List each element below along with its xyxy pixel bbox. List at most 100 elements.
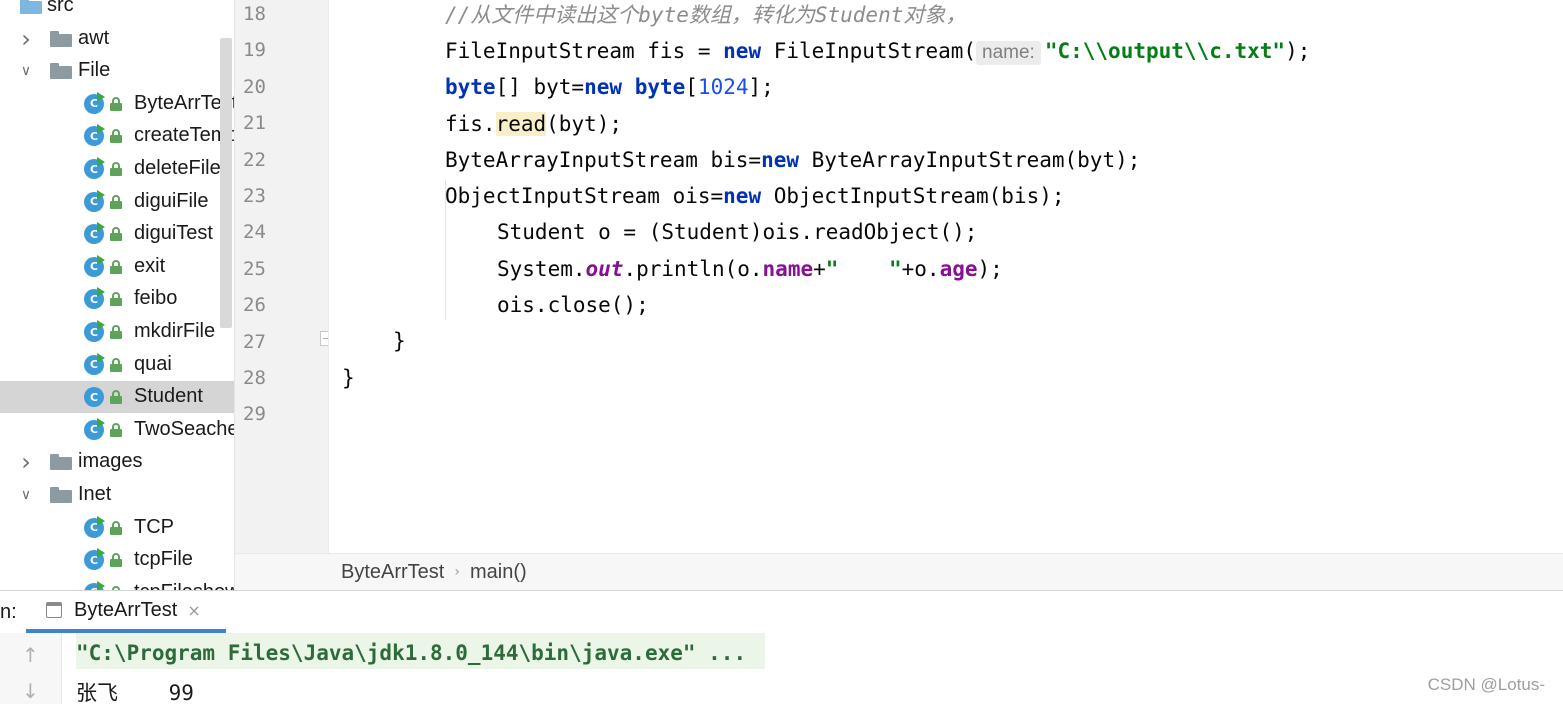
tree-item-label: tcpFile: [134, 548, 193, 571]
chevron-down-icon[interactable]: ∨: [18, 487, 34, 503]
code-token: fis.: [445, 112, 496, 136]
lock-icon: [110, 390, 122, 405]
breadcrumb-item-method[interactable]: main(): [470, 561, 527, 584]
code-static-field: out: [585, 257, 624, 281]
line-number[interactable]: 27: [243, 331, 266, 353]
java-class-icon: C: [84, 189, 106, 212]
lock-icon: [110, 422, 122, 437]
line-number[interactable]: 25: [243, 258, 266, 280]
breadcrumb-separator-icon: ›: [454, 564, 460, 580]
line-number[interactable]: 23: [243, 185, 266, 207]
tree-item-file[interactable]: ∨ File: [0, 55, 234, 87]
tree-item-images[interactable]: › images: [0, 446, 234, 478]
code-line-22[interactable]: ByteArrayInputStream bis=new ByteArrayIn…: [445, 146, 1140, 174]
parameter-hint: name:: [976, 41, 1041, 65]
tree-item-diguitest[interactable]: CdiguiTest: [0, 218, 234, 250]
lock-icon: [110, 227, 122, 242]
code-token: [: [685, 75, 698, 99]
code-comment: //从文件中读出这个byte数组，转化为Student对象，: [445, 3, 967, 27]
java-class-icon: C: [84, 320, 106, 342]
line-number[interactable]: 24: [243, 221, 266, 243]
tree-item-deletefile[interactable]: CdeleteFile: [0, 153, 234, 185]
console-output-line[interactable]: 张飞 99: [76, 677, 194, 704]
code-line-21[interactable]: fis.read(byt);: [445, 110, 622, 138]
project-tree-scrollbar[interactable]: [220, 38, 232, 328]
tree-item-createtemp[interactable]: CcreateTemp: [0, 120, 234, 152]
code-line-19[interactable]: FileInputStream fis = new FileInputStrea…: [445, 37, 1310, 65]
code-line-26[interactable]: ois.close();: [497, 291, 649, 319]
highlighted-identifier: read: [495, 112, 547, 136]
chevron-down-icon[interactable]: ∨: [18, 63, 34, 79]
tree-item-label: deleteFile: [134, 157, 221, 179]
run-panel-label: n:: [0, 601, 17, 623]
line-number[interactable]: 19: [243, 39, 266, 61]
tree-item-exit[interactable]: Cexit: [0, 251, 234, 283]
code-token: Student o = (Student)ois.readObject();: [497, 220, 978, 244]
tree-item-awt[interactable]: › awt: [0, 23, 234, 55]
tree-item-feibo[interactable]: Cfeibo: [0, 283, 234, 315]
console-command-line[interactable]: "C:\Program Files\Java\jdk1.8.0_144\bin\…: [76, 641, 746, 665]
tree-item-label: feibo: [134, 287, 178, 310]
code-line-18[interactable]: //从文件中读出这个byte数组，转化为Student对象，: [445, 1, 966, 29]
code-line-23[interactable]: ObjectInputStream ois=new ObjectInputStr…: [445, 182, 1065, 210]
line-number[interactable]: 22: [243, 149, 266, 171]
tree-item-label: tcpFileshow: [134, 581, 234, 590]
tree-item-quai[interactable]: Cquai: [0, 349, 234, 381]
line-number[interactable]: 29: [243, 403, 266, 425]
lock-icon: [110, 96, 122, 111]
tree-item-inet[interactable]: ∨ Inet: [0, 479, 234, 511]
tree-item-student[interactable]: C Student: [0, 381, 234, 414]
java-class-icon: C: [84, 222, 106, 245]
line-number[interactable]: 21: [243, 112, 266, 134]
tree-item-bytearrtest[interactable]: C ByteArrTest: [0, 88, 234, 120]
lock-icon: [110, 520, 122, 535]
chevron-right-icon[interactable]: ›: [18, 448, 34, 476]
line-number[interactable]: 28: [243, 367, 266, 389]
code-line-25[interactable]: System.out.println(o.name+" "+o.age);: [497, 255, 1003, 283]
chevron-right-icon[interactable]: ›: [18, 25, 34, 53]
tree-item-src[interactable]: src: [0, 0, 234, 22]
tree-item-tcp[interactable]: C TCP: [0, 512, 234, 544]
java-class-icon: C: [84, 385, 106, 408]
tree-item-tcpfileshow[interactable]: CtcpFileshow: [0, 577, 234, 590]
lock-icon: [110, 553, 122, 568]
breadcrumb-item-class[interactable]: ByteArrTest: [341, 561, 444, 584]
code-token: [] byt=: [495, 75, 585, 99]
code-editor[interactable]: //从文件中读出这个byte数组，转化为Student对象， FileInput…: [328, 0, 1563, 553]
code-line-27[interactable]: }: [393, 327, 406, 355]
code-keyword: new: [723, 184, 762, 208]
tree-item-label: Student: [134, 385, 203, 408]
tree-item-tcpfile[interactable]: CtcpFile: [0, 544, 234, 576]
tree-item-label: mkdirFile: [134, 320, 216, 342]
line-number[interactable]: 26: [243, 294, 266, 316]
package-folder-icon: [50, 30, 72, 47]
lock-icon: [110, 129, 122, 144]
watermark: CSDN @Lotus-: [1427, 675, 1545, 694]
tree-item-mkdirfile[interactable]: CmkdirFile: [0, 316, 234, 348]
tree-item-label: diguiTest: [134, 222, 213, 245]
code-line-24[interactable]: Student o = (Student)ois.readObject();: [497, 218, 977, 246]
java-class-icon: C: [84, 580, 106, 590]
tree-item-diguifile[interactable]: CdiguiFile: [0, 186, 234, 218]
tree-item-twoseacher[interactable]: C TwoSeacher: [0, 414, 234, 446]
java-class-icon: C: [84, 254, 106, 277]
breadcrumb: ByteArrTest › main(): [235, 553, 1563, 590]
run-tab-bytearrtest[interactable]: ByteArrTest ×: [26, 591, 226, 633]
tree-item-label: quai: [134, 352, 172, 375]
java-class-icon: C: [84, 91, 106, 114]
close-icon[interactable]: ×: [187, 601, 200, 620]
package-folder-icon: [50, 63, 72, 80]
lock-icon: [110, 259, 122, 274]
arrow-down-icon[interactable]: ↓: [22, 679, 39, 703]
tree-item-label: ByteArrTest: [134, 91, 234, 114]
line-number[interactable]: 18: [243, 3, 266, 25]
code-line-28[interactable]: }: [342, 364, 355, 392]
line-number[interactable]: 20: [243, 76, 266, 98]
code-token: ObjectInputStream(bis);: [761, 184, 1065, 208]
tree-item-label: Inet: [78, 483, 112, 505]
arrow-up-icon[interactable]: ↑: [22, 643, 39, 667]
code-line-20[interactable]: byte[] byt=new byte[1024];: [445, 73, 774, 101]
java-class-icon: C: [84, 548, 106, 571]
tree-item-label: awt: [78, 26, 110, 49]
